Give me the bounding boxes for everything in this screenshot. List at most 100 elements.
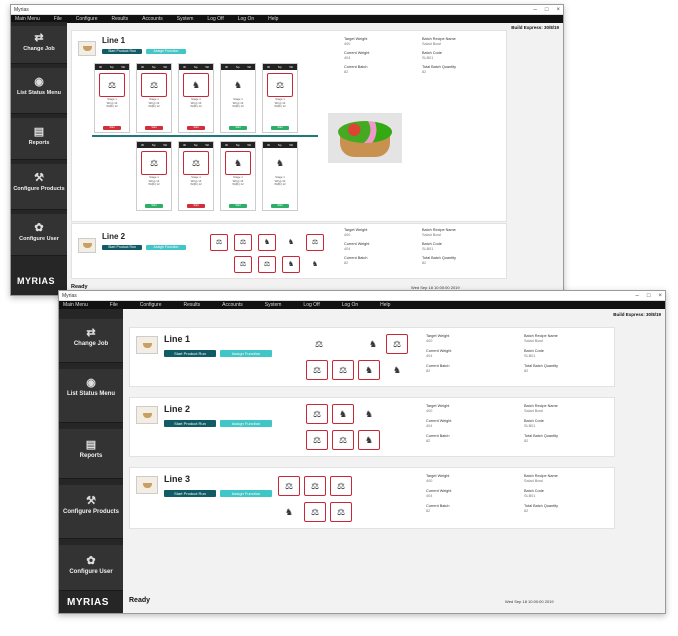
nav-reports[interactable]: ▤ Reports xyxy=(11,118,67,160)
station-stand[interactable]: ID Sp Wt ⚖ Stage 1 Wt(g) 13 Wt(lb) 12 Start xyxy=(136,141,172,211)
menu-system[interactable]: System xyxy=(177,16,194,22)
scale-device-icon[interactable]: ⚖ xyxy=(306,234,324,251)
menu-file[interactable]: File xyxy=(110,302,118,308)
stand-status-pill[interactable]: Start xyxy=(187,204,205,208)
robot-arm-icon[interactable]: ♞ xyxy=(282,234,300,251)
menu-accounts[interactable]: Accounts xyxy=(222,302,243,308)
scale-device-icon[interactable]: ⚖ xyxy=(330,502,352,522)
menu-log-on[interactable]: Log On xyxy=(238,16,254,22)
station-stand[interactable]: ID Sp Wt ♞ Stage 1 Wt(g) 13 Wt(lb) 12 Start xyxy=(262,141,298,211)
robot-arm-icon[interactable]: ♞ xyxy=(358,360,380,380)
robot-arm-icon[interactable]: ♞ xyxy=(258,234,276,251)
maximize-button[interactable]: □ xyxy=(647,293,651,299)
menu-accounts[interactable]: Accounts xyxy=(142,16,163,22)
menu-configure[interactable]: Configure xyxy=(76,16,98,22)
station-stand[interactable]: ID Sp Wt ♞ Stage 1 Wt(g) 13 Wt(lb) 12 Start xyxy=(178,63,214,133)
assign-function-button[interactable]: Assign Function xyxy=(220,420,272,427)
minimize-button[interactable]: – xyxy=(636,293,639,299)
robot-arm-icon[interactable]: ♞ xyxy=(278,502,300,522)
assign-function-button[interactable]: Assign Function xyxy=(146,245,186,250)
start-product-run-button[interactable]: Start Product Run xyxy=(164,350,216,357)
station-stand[interactable]: ID Sp Wt ♞ Stage 1 Wt(g) 13 Wt(lb) 12 Start xyxy=(220,63,256,133)
nav-configure-products[interactable]: ⚒ Configure Products xyxy=(11,164,67,210)
nav-list-status[interactable]: ◉ List Status Menu xyxy=(59,369,123,423)
menu-main[interactable]: Main Menu xyxy=(63,302,88,308)
robot-arm-icon[interactable]: ♞ xyxy=(332,404,354,424)
stand-status-pill[interactable]: Start xyxy=(271,204,289,208)
stand-header: ID Sp Wt xyxy=(95,64,129,70)
scale-device-icon[interactable]: ⚖ xyxy=(332,360,354,380)
robot-arm-icon[interactable]: ♞ xyxy=(386,360,408,380)
scale-device-icon[interactable]: ⚖ xyxy=(234,234,252,251)
nav-configure-products[interactable]: ⚒ Configure Products xyxy=(59,485,123,539)
scale-device-icon[interactable]: ⚖ xyxy=(278,476,300,496)
scale-device-icon[interactable]: ⚖ xyxy=(210,234,228,251)
scale-device-icon[interactable]: ⚖ xyxy=(332,430,354,450)
current-weight-value: 404 xyxy=(426,494,433,498)
start-product-run-button[interactable]: Start Product Run xyxy=(164,490,216,497)
menu-log-on[interactable]: Log On xyxy=(342,302,358,308)
station-stand[interactable]: ID Sp Wt ⚖ Stage 1 Wt(g) 13 Wt(lb) 12 Start xyxy=(178,141,214,211)
scale-device-icon[interactable]: ⚖ xyxy=(306,430,328,450)
start-product-run-button[interactable]: Start Product Run xyxy=(164,420,216,427)
robot-arm-icon[interactable]: ♞ xyxy=(358,404,380,424)
stand-status-pill[interactable]: Start xyxy=(229,204,247,208)
scale-device-icon[interactable]: ⚖ xyxy=(304,476,326,496)
stand-status-pill[interactable]: Start xyxy=(187,126,205,130)
nav-reports[interactable]: ▤ Reports xyxy=(59,429,123,479)
scale-device-icon[interactable]: ⚖ xyxy=(306,360,328,380)
assign-function-button[interactable]: Assign Function xyxy=(146,49,186,54)
robot-arm-icon: ♞ xyxy=(183,73,209,97)
robot-arm-icon[interactable]: ♞ xyxy=(358,430,380,450)
maximize-button[interactable]: □ xyxy=(545,7,549,13)
nav-change-job[interactable]: ⇄ Change Job xyxy=(59,319,123,363)
station-stand[interactable]: ID Sp Wt ⚖ Stage 1 Wt(g) 13 Wt(lb) 12 Start xyxy=(262,63,298,133)
menu-system[interactable]: System xyxy=(265,302,282,308)
window-controls: – □ × xyxy=(636,293,662,299)
scale-device-icon[interactable]: ⚖ xyxy=(308,334,330,354)
batch-name-value: Salad Bowl xyxy=(422,233,441,237)
scale-device-icon[interactable]: ⚖ xyxy=(304,502,326,522)
nav-change-job[interactable]: ⇄ Change Job xyxy=(11,26,67,64)
start-product-run-button[interactable]: Start Product Run xyxy=(102,245,142,250)
stand-status-pill[interactable]: Start xyxy=(271,126,289,130)
status-text: Ready xyxy=(129,597,151,604)
assign-function-button[interactable]: Assign Function xyxy=(220,490,272,497)
close-button[interactable]: × xyxy=(556,7,560,13)
close-button[interactable]: × xyxy=(658,293,662,299)
minimize-button[interactable]: – xyxy=(534,7,537,13)
start-product-run-button[interactable]: Start Product Run xyxy=(102,49,142,54)
menu-results[interactable]: Results xyxy=(183,302,200,308)
nav-configure-user[interactable]: ✿ Configure User xyxy=(59,545,123,591)
menu-log-off[interactable]: Log Off xyxy=(207,16,223,22)
menu-help[interactable]: Help xyxy=(380,302,390,308)
nav-list-status[interactable]: ◉ List Status Menu xyxy=(11,68,67,114)
stand-status-pill[interactable]: Start xyxy=(145,126,163,130)
scale-device-icon[interactable]: ⚖ xyxy=(306,404,328,424)
station-stand[interactable]: ID Sp Wt ⚖ Stage 1 Wt(g) 13 Wt(lb) 12 Start xyxy=(136,63,172,133)
menu-log-off[interactable]: Log Off xyxy=(303,302,319,308)
robot-arm-icon[interactable]: ♞ xyxy=(306,256,324,273)
menu-results[interactable]: Results xyxy=(111,16,128,22)
menu-bar: Main Menu File Configure Results Account… xyxy=(59,301,665,309)
stand-status-pill[interactable]: Start xyxy=(103,126,121,130)
stand-line: Wt(lb) 12 xyxy=(232,104,244,109)
stand-status-pill[interactable]: Start xyxy=(229,126,247,130)
assign-function-button[interactable]: Assign Function xyxy=(220,350,272,357)
stand-status-pill[interactable]: Start xyxy=(145,204,163,208)
menu-help[interactable]: Help xyxy=(268,16,278,22)
robot-arm-icon[interactable]: ♞ xyxy=(362,334,384,354)
scale-device-icon[interactable]: ⚖ xyxy=(386,334,408,354)
scale-device-icon[interactable]: ⚖ xyxy=(234,256,252,273)
scale-device-icon[interactable]: ⚖ xyxy=(330,476,352,496)
current-batch-label: Current Batch xyxy=(426,364,450,368)
scale-device-icon: ⚖ xyxy=(183,151,209,175)
nav-configure-user[interactable]: ✿ Configure User xyxy=(11,214,67,256)
product-thumbnail xyxy=(136,476,158,494)
station-stand[interactable]: ID Sp Wt ♞ Stage 1 Wt(g) 13 Wt(lb) 12 Start xyxy=(220,141,256,211)
robot-arm-icon[interactable]: ♞ xyxy=(282,256,300,273)
station-stand[interactable]: ID Sp Wt ⚖ Stage 1 Wt(g) 13 Wt(lb) 12 Start xyxy=(94,63,130,133)
batch-name-value: Salad Bowl xyxy=(524,479,543,483)
menu-configure[interactable]: Configure xyxy=(140,302,162,308)
scale-device-icon[interactable]: ⚖ xyxy=(258,256,276,273)
